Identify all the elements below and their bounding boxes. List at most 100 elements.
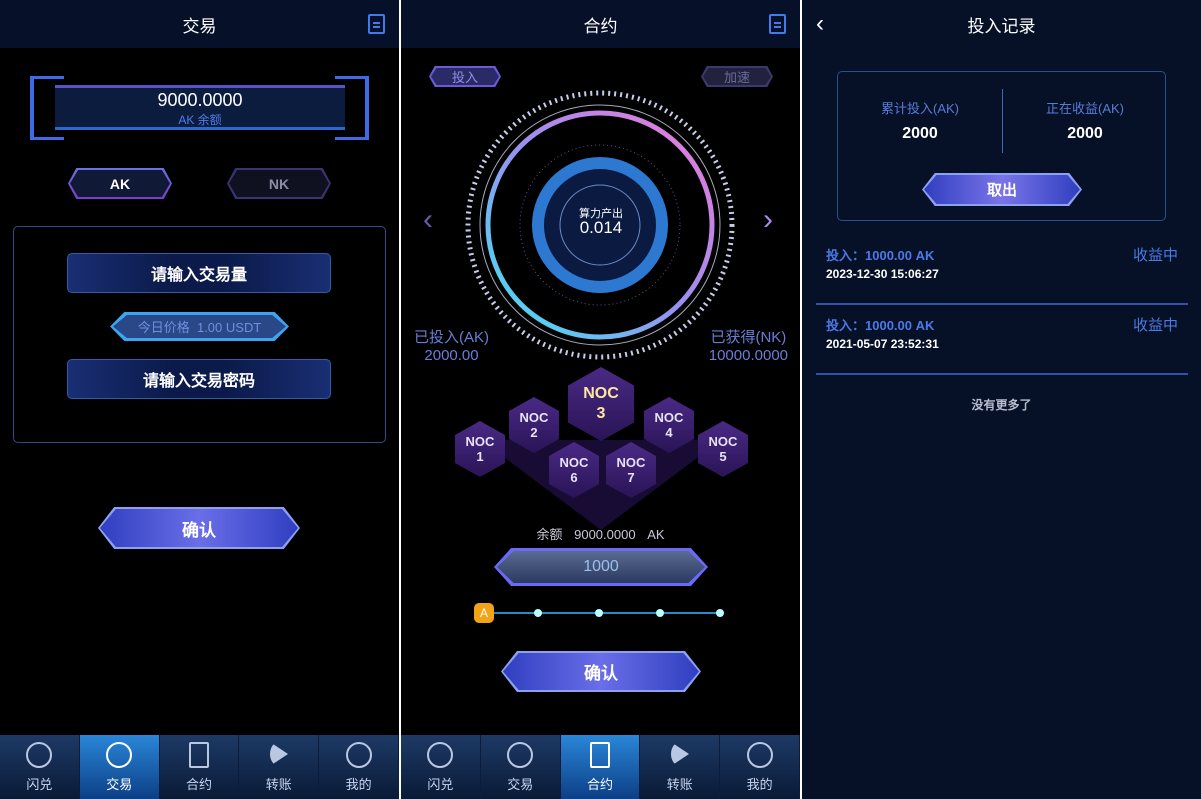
price-badge: 今日价格 1.00 USDT xyxy=(110,312,289,341)
balance-unit: AK xyxy=(647,527,665,542)
record-status: 收益中 xyxy=(1132,317,1178,334)
back-icon[interactable]: ‹ xyxy=(816,10,824,38)
prev-arrow-icon[interactable]: ‹ xyxy=(423,203,433,237)
earned-value: 10000.0000 xyxy=(708,347,788,364)
balance-label: AK 余额 xyxy=(178,113,222,127)
record-time: 2021-05-07 23:52:31 xyxy=(826,337,939,351)
confirm-button[interactable]: 确认 xyxy=(98,507,300,549)
tab-label: 闪兑 xyxy=(26,777,53,792)
tab-contract[interactable]: 合约 xyxy=(560,735,641,799)
amount-input[interactable]: 请输入交易量 xyxy=(67,253,331,293)
tab-flash-swap[interactable]: 闪兑 xyxy=(0,735,80,799)
user-compass-icon xyxy=(345,742,372,768)
withdraw-label: 取出 xyxy=(986,182,1017,199)
speed-label: 加速 xyxy=(723,70,750,85)
balance-panel: 9000.0000 AK 余额 xyxy=(55,85,345,130)
confirm-button[interactable]: 确认 xyxy=(501,651,701,692)
tab-label: 交易 xyxy=(106,777,133,792)
play-icon xyxy=(670,742,689,766)
tab-label: 合约 xyxy=(586,777,613,792)
record-status: 收益中 xyxy=(1132,247,1178,264)
record-amount: 1000.00 AK xyxy=(865,248,935,263)
slider-stop[interactable] xyxy=(595,609,603,617)
earning-label: 正在收益(AK) xyxy=(1045,101,1124,116)
slider-stop[interactable] xyxy=(534,609,542,617)
target-icon xyxy=(427,742,454,768)
balance-value: 9000.0000 xyxy=(574,527,636,542)
record-time: 2023-12-30 15:06:27 xyxy=(826,267,939,281)
balance-label: 余额 xyxy=(536,527,563,542)
tab-transfer[interactable]: 转账 xyxy=(239,735,320,799)
document-icon[interactable] xyxy=(769,14,786,34)
user-compass-icon xyxy=(746,742,773,768)
play-icon xyxy=(269,742,288,766)
tab-label: 合约 xyxy=(185,777,212,792)
record-label: 投入： xyxy=(826,248,866,263)
node-3[interactable]: NOC 3 xyxy=(568,367,634,441)
tab-label: 我的 xyxy=(746,777,773,792)
tab-label: 我的 xyxy=(345,777,372,792)
summary-card: 累计投入(AK) 2000 正在收益(AK) 2000 取出 xyxy=(837,71,1166,221)
tab-label: 闪兑 xyxy=(427,777,454,792)
header: 交易 xyxy=(0,0,399,48)
tab-trade[interactable]: 交易 xyxy=(79,735,160,799)
invested-stat: 已投入(AK) 2000.00 xyxy=(414,326,489,364)
tab-label: 转账 xyxy=(265,777,292,792)
total-value: 2000 xyxy=(902,125,938,142)
record-row: 投入：1000.00 AK 2021-05-07 23:52:31 收益中 xyxy=(816,305,1188,375)
tab-trade[interactable]: 交易 xyxy=(481,735,561,799)
next-arrow-icon[interactable]: › xyxy=(763,203,773,237)
token-nk-button[interactable]: NK xyxy=(227,168,331,199)
balance-line: 余额 9000.0000 AK xyxy=(401,524,800,543)
tab-bar: 闪兑 交易 合约 转账 我的 xyxy=(401,735,800,799)
amount-value: 1000 xyxy=(583,558,619,575)
document-icon[interactable] xyxy=(368,14,385,34)
confirm-label: 确认 xyxy=(584,664,618,683)
target-icon xyxy=(26,742,53,768)
amount-slider[interactable] xyxy=(483,612,723,614)
token-ak-label: AK xyxy=(109,175,131,192)
tab-contract[interactable]: 合约 xyxy=(160,735,240,799)
earned-label: 已获得(NK) xyxy=(710,329,787,346)
page-title: 合约 xyxy=(583,16,618,36)
withdraw-button[interactable]: 取出 xyxy=(922,173,1082,206)
tab-invest[interactable]: 投入 xyxy=(429,66,501,87)
tab-transfer[interactable]: 转账 xyxy=(640,735,721,799)
frame-left xyxy=(30,76,64,140)
no-more-text: 没有更多了 xyxy=(971,398,1032,412)
invest-label: 投入 xyxy=(451,70,478,85)
token-ak-button[interactable]: AK xyxy=(68,168,172,199)
record-label: 投入： xyxy=(826,318,866,333)
tab-mine[interactable]: 我的 xyxy=(720,735,800,799)
slider-handle[interactable]: A xyxy=(474,603,494,623)
record-row: 投入：1000.00 AK 2023-12-30 15:06:27 收益中 xyxy=(816,235,1188,305)
confirm-label: 确认 xyxy=(182,520,216,540)
total-label: 累计投入(AK) xyxy=(880,101,959,116)
invested-label: 已投入(AK) xyxy=(414,329,490,346)
token-nk-label: NK xyxy=(268,175,290,192)
slider-stop[interactable] xyxy=(716,609,724,617)
header: ‹ 投入记录 xyxy=(802,0,1201,48)
tab-label: 交易 xyxy=(507,777,534,792)
tab-bar: 闪兑 交易 合约 转账 我的 xyxy=(0,735,399,799)
download-target-icon xyxy=(507,742,534,768)
gauge-value: 0.014 xyxy=(579,218,623,237)
record-amount: 1000.00 AK xyxy=(865,318,935,333)
download-target-icon xyxy=(106,742,133,768)
page-title: 交易 xyxy=(182,16,217,36)
price-label: 今日价格 xyxy=(137,320,190,335)
tab-speed-up[interactable]: 加速 xyxy=(701,66,773,87)
invested-value: 2000.00 xyxy=(424,347,479,364)
earning-value: 2000 xyxy=(1067,125,1103,142)
frame-right xyxy=(335,76,369,140)
password-input[interactable]: 请输入交易密码 xyxy=(67,359,331,399)
tab-mine[interactable]: 我的 xyxy=(319,735,399,799)
tab-flash-swap[interactable]: 闪兑 xyxy=(401,735,481,799)
card-icon xyxy=(589,742,610,768)
tab-label: 转账 xyxy=(666,777,693,792)
slider-stop[interactable] xyxy=(656,609,664,617)
amount-input[interactable]: 1000 xyxy=(494,548,708,586)
contract-screen: 合约 投入 加速 算力产出 0.014 ‹ › 已投入(AK) 2000.00 … xyxy=(401,0,800,799)
records-screen: ‹ 投入记录 累计投入(AK) 2000 正在收益(AK) 2000 取出 投入… xyxy=(802,0,1201,799)
earned-stat: 已获得(NK) 10000.0000 xyxy=(709,326,788,364)
